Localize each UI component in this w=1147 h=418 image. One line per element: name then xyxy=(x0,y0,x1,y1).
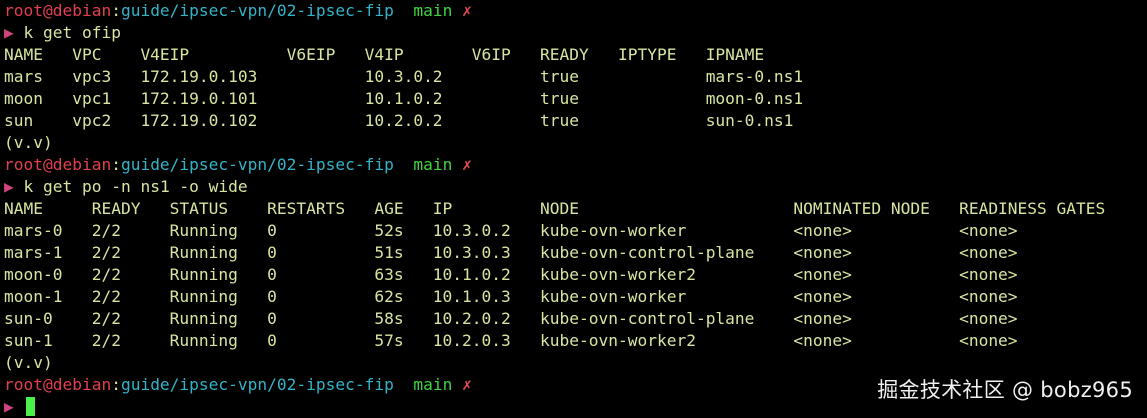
git-branch: main xyxy=(413,1,453,20)
prompt-arrow-icon: ▶ xyxy=(4,397,14,416)
rprompt-indicator: (v.v) xyxy=(4,133,53,152)
command-line: ▶ k get ofip xyxy=(4,22,1147,44)
current-path: guide/ipsec-vpn/02-ipsec-fip xyxy=(120,1,394,20)
user-host: root@debian xyxy=(4,155,112,174)
git-dirty-icon: ✗ xyxy=(462,1,472,20)
pod-table-row: mars-1 2/2 Running 0 51s 10.3.0.3 kube-o… xyxy=(4,243,1018,262)
command-text: k get ofip xyxy=(23,23,121,42)
pod-table-row: sun-1 2/2 Running 0 57s 10.2.0.3 kube-ov… xyxy=(4,331,1018,350)
git-dirty-icon: ✗ xyxy=(462,155,472,174)
prompt-separator: : xyxy=(111,1,121,20)
git-dirty-icon: ✗ xyxy=(462,375,472,394)
pod-table-row: sun-0 2/2 Running 0 58s 10.2.0.2 kube-ov… xyxy=(4,309,1018,328)
command-line: ▶ k get po -n ns1 -o wide xyxy=(4,176,1147,198)
ofip-table-row: moon vpc1 172.19.0.101 10.1.0.2 true moo… xyxy=(4,89,804,108)
git-branch: main xyxy=(413,155,453,174)
prompt-separator: : xyxy=(111,375,121,394)
user-host: root@debian xyxy=(4,1,112,20)
prompt-line: root@debian:guide/ipsec-vpn/02-ipsec-fip… xyxy=(4,0,1147,22)
user-host: root@debian xyxy=(4,375,112,394)
terminal-window[interactable]: root@debian:guide/ipsec-vpn/02-ipsec-fip… xyxy=(4,0,1147,416)
pod-table-header: NAME READY STATUS RESTARTS AGE IP NODE N… xyxy=(4,199,1106,218)
current-path: guide/ipsec-vpn/02-ipsec-fip xyxy=(120,375,394,394)
ofip-table-row: sun vpc2 172.19.0.102 10.2.0.2 true sun-… xyxy=(4,111,794,130)
prompt-arrow-icon: ▶ xyxy=(4,23,14,42)
prompt-arrow-icon: ▶ xyxy=(4,177,14,196)
watermark: 掘金技术社区 @ bobz965 xyxy=(877,378,1133,402)
pod-table-row: mars-0 2/2 Running 0 52s 10.3.0.2 kube-o… xyxy=(4,221,1018,240)
current-path: guide/ipsec-vpn/02-ipsec-fip xyxy=(120,155,394,174)
git-branch: main xyxy=(413,375,453,394)
ofip-table-row: mars vpc3 172.19.0.103 10.3.0.2 true mar… xyxy=(4,67,804,86)
command-text: k get po -n ns1 -o wide xyxy=(23,177,248,196)
prompt-separator: : xyxy=(111,155,121,174)
rprompt-indicator: (v.v) xyxy=(4,353,53,372)
pod-table-row: moon-0 2/2 Running 0 63s 10.1.0.2 kube-o… xyxy=(4,265,1018,284)
prompt-line: root@debian:guide/ipsec-vpn/02-ipsec-fip… xyxy=(4,154,1147,176)
pod-table-row: moon-1 2/2 Running 0 62s 10.1.0.3 kube-o… xyxy=(4,287,1018,306)
ofip-table-header: NAME VPC V4EIP V6EIP V4IP V6IP READY IPT… xyxy=(4,45,765,64)
terminal-cursor xyxy=(25,397,35,416)
